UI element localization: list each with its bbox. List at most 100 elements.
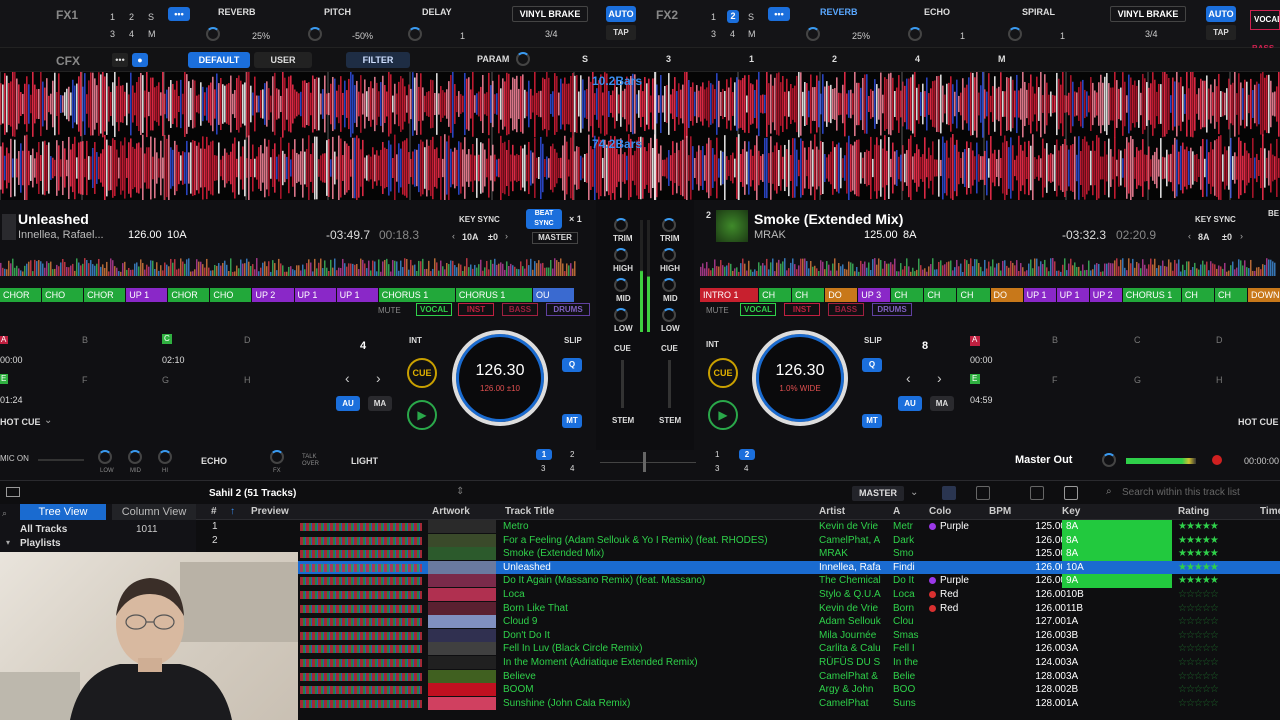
deck1-hotcue-g[interactable]: G xyxy=(162,375,169,385)
row-rating-stars[interactable]: ☆☆☆☆☆ xyxy=(1178,629,1258,643)
deck1-hotcue-e-letter[interactable]: E xyxy=(1,374,6,383)
deck2-hotcue-d[interactable]: D xyxy=(1216,335,1223,345)
row-preview-waveform[interactable] xyxy=(300,577,422,586)
row-rating-stars[interactable]: ☆☆☆☆☆ xyxy=(1178,670,1258,684)
deck2-hotcue-g[interactable]: G xyxy=(1134,375,1141,385)
cfx-param-knob[interactable] xyxy=(516,52,530,66)
deck1-quantize-button[interactable]: Q xyxy=(562,358,582,372)
grid-view-icon[interactable] xyxy=(1030,486,1044,500)
cfx-slot-1[interactable]: 1 xyxy=(749,54,754,64)
table-row[interactable]: Loca Stylo & Q.U.A Loca 126.00 Red 10B ☆☆☆☆☆ xyxy=(196,588,1280,602)
deck2-structure-segment[interactable]: CH xyxy=(891,288,924,302)
deck1-structure-segment[interactable]: CHORUS 1 xyxy=(455,288,532,302)
deck1-structure-segment[interactable]: CHORUS 1 xyxy=(378,288,455,302)
fx2-tap-button[interactable]: TAP xyxy=(1206,25,1236,40)
row-preview-waveform[interactable] xyxy=(300,686,422,695)
fx1-brake-dropdown[interactable]: VINYL BRAKE xyxy=(512,6,588,22)
fx1-auto-button[interactable]: AUTO xyxy=(606,6,636,22)
col-album[interactable]: A xyxy=(893,506,900,517)
deck2-loop-halve-icon[interactable]: ‹ xyxy=(906,370,911,386)
mixer-trim-knob-left[interactable] xyxy=(614,218,628,232)
deck1-stem-bass[interactable]: BASS xyxy=(502,303,538,316)
deck2-beatsync-button[interactable]: BE xyxy=(1268,209,1279,218)
deck1-structure-segment[interactable]: UP 2 xyxy=(252,288,294,302)
deck2-overview-waveform[interactable] xyxy=(700,250,1280,276)
column-view-tab[interactable]: Column View xyxy=(112,504,196,520)
fx2-knob-2[interactable] xyxy=(908,27,922,41)
deck1-int-dropdown[interactable]: INT xyxy=(409,336,422,345)
deck1-overview-waveform[interactable] xyxy=(0,250,580,276)
deck1-master-button[interactable]: MASTER xyxy=(532,232,578,244)
cfx-slot-m[interactable]: M xyxy=(998,54,1006,64)
sidebar-search-icon[interactable]: ⌕ xyxy=(2,508,7,519)
row-rating-stars[interactable]: ★★★★★ xyxy=(1178,574,1258,588)
row-preview-waveform[interactable] xyxy=(300,563,422,572)
fx1-slot-1[interactable]: 1 xyxy=(110,12,115,22)
table-row[interactable]: 2 For a Feeling (Adam Sellouk & Yo I Remi… xyxy=(196,533,1280,548)
deck2-structure-segment[interactable]: DO xyxy=(825,288,858,302)
deck2-structure-segment[interactable]: DOWN xyxy=(1248,288,1280,302)
mixer-low-knob-right[interactable] xyxy=(662,308,676,322)
cfx-slot-3[interactable]: 3 xyxy=(666,54,671,64)
browser-layout-icon[interactable] xyxy=(6,487,20,497)
row-rating-stars[interactable]: ☆☆☆☆☆ xyxy=(1178,683,1258,697)
fx1-tap-button[interactable]: TAP xyxy=(606,25,636,40)
deck1-jog-wheel[interactable]: 126.30 126.00 ±10 xyxy=(452,330,548,426)
deck1-structure-segment[interactable]: UP 1 xyxy=(294,288,336,302)
pad-left-3[interactable]: 3 xyxy=(541,464,545,473)
crossfader-handle[interactable] xyxy=(643,452,646,472)
col-color[interactable]: Colo xyxy=(929,506,951,517)
col-key[interactable]: Key xyxy=(1062,506,1080,517)
fx1-knob-3[interactable] xyxy=(408,27,422,41)
deck1-loop-double-icon[interactable]: › xyxy=(376,370,381,386)
deck2-mt-button[interactable]: MT xyxy=(862,414,882,428)
mic-low-knob[interactable] xyxy=(98,450,112,464)
col-time[interactable]: Time xyxy=(1260,506,1280,517)
mixer-stem-left[interactable]: STEM xyxy=(612,416,634,425)
cfx-default-tab[interactable]: DEFAULT xyxy=(188,52,250,68)
row-preview-waveform[interactable] xyxy=(300,672,422,681)
fx1-effect-1[interactable]: REVERB xyxy=(218,7,256,17)
fx2-knob-1[interactable] xyxy=(806,27,820,41)
deck1-stem-drums[interactable]: DRUMS xyxy=(546,303,590,316)
list-view-icon[interactable] xyxy=(942,486,956,500)
table-row[interactable]: Unleashed Innellea, Rafa Findi 126.00 10A ★★★… xyxy=(196,560,1280,575)
playlists-expand-icon[interactable]: ▾ xyxy=(6,538,10,547)
deck2-hotcue-b[interactable]: B xyxy=(1052,335,1058,345)
light-dropdown[interactable]: LIGHT xyxy=(351,456,378,466)
fx1-slot-3[interactable]: 3 xyxy=(110,29,115,39)
deck1-slip-button[interactable]: SLIP xyxy=(564,336,582,345)
row-rating-stars[interactable]: ☆☆☆☆☆ xyxy=(1178,656,1258,670)
row-preview-waveform[interactable] xyxy=(300,645,422,654)
fx2-slot-2[interactable]: 2 xyxy=(727,10,739,23)
deck1-hotcue-c-letter[interactable]: C xyxy=(164,334,170,343)
deck1-structure-segment[interactable]: CHOR xyxy=(84,288,126,302)
browser-master-chevron-icon[interactable]: ⌄ xyxy=(910,487,918,498)
pad-left-2[interactable]: 2 xyxy=(570,450,574,459)
mixer-stem-right[interactable]: STEM xyxy=(659,416,681,425)
deck2-keysync-label[interactable]: KEY SYNC xyxy=(1195,215,1236,224)
deck1-structure-segment[interactable]: OU xyxy=(532,288,574,302)
deck1-hotcue-b[interactable]: B xyxy=(82,335,88,345)
row-rating-stars[interactable]: ☆☆☆☆☆ xyxy=(1178,602,1258,616)
table-row[interactable]: BOOM Argy & John BOO 128.00 2B ☆☆☆☆☆ xyxy=(196,683,1280,697)
deck1-key-prev[interactable]: ‹ xyxy=(452,231,455,241)
pad-right-2[interactable]: 2 xyxy=(739,449,755,460)
fx2-effect-2[interactable]: ECHO xyxy=(924,7,950,17)
table-row[interactable]: Born Like That Kevin de Vrie Born 126.00 Red… xyxy=(196,601,1280,616)
mixer-low-knob-left[interactable] xyxy=(614,308,628,322)
fx1-slot-2[interactable]: 2 xyxy=(129,12,134,22)
deck2-hotcue-h[interactable]: H xyxy=(1216,375,1223,385)
record-icon[interactable] xyxy=(1212,455,1222,465)
fx2-slot-s[interactable]: S xyxy=(748,12,754,22)
pad-left-4[interactable]: 4 xyxy=(570,464,574,473)
fx1-effect-2[interactable]: PITCH xyxy=(324,7,351,17)
mixer-trim-knob-right[interactable] xyxy=(662,218,676,232)
deck2-mute-label[interactable]: MUTE xyxy=(706,306,729,315)
deck2-jog-wheel[interactable]: 126.30 1.0% WIDE xyxy=(752,330,848,426)
sort-asc-icon[interactable]: ↑ xyxy=(230,506,235,517)
tree-view-tab[interactable]: Tree View xyxy=(20,504,106,520)
row-rating-stars[interactable]: ☆☆☆☆☆ xyxy=(1178,588,1258,602)
fx1-slot-4[interactable]: 4 xyxy=(129,29,134,39)
fx2-knob-3[interactable] xyxy=(1008,27,1022,41)
